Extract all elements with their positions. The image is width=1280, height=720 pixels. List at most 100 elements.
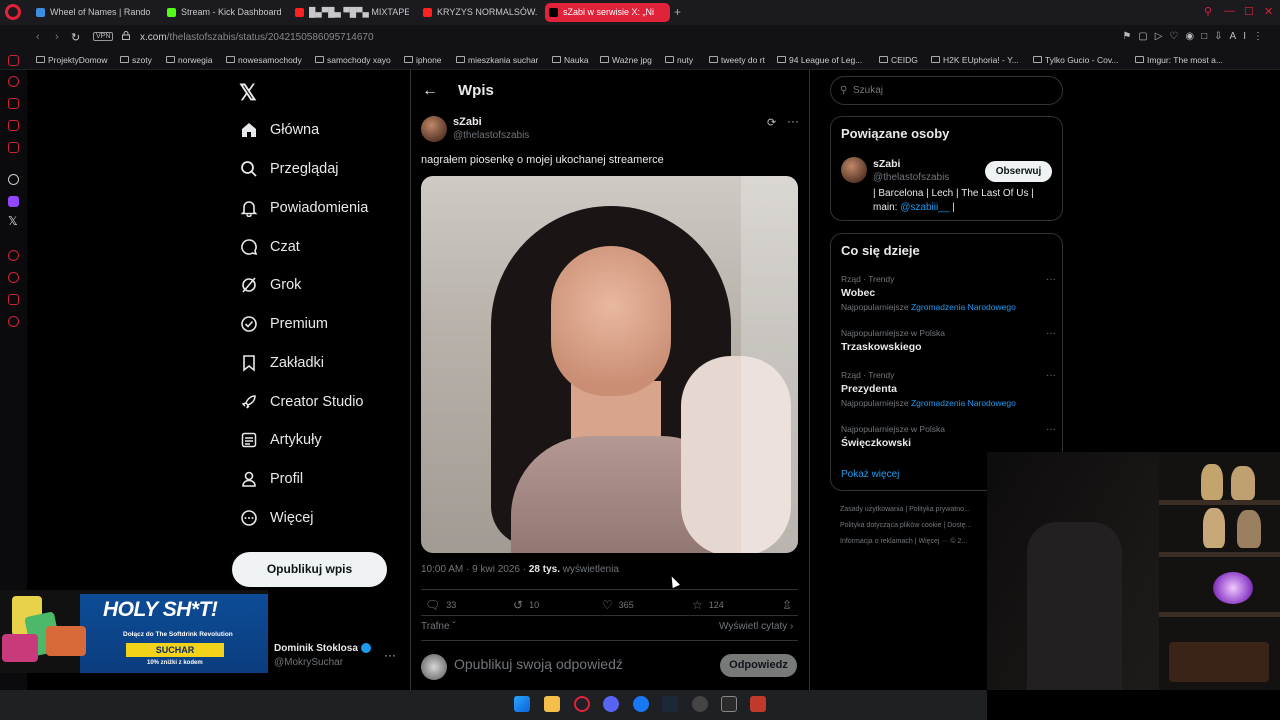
nav-home[interactable]: Główna xyxy=(240,115,319,145)
nav-premium[interactable]: Premium xyxy=(240,309,328,339)
minimize-icon[interactable]: — xyxy=(1224,5,1235,17)
history-icon[interactable] xyxy=(8,250,19,261)
author-avatar[interactable] xyxy=(421,116,447,142)
reply-input[interactable]: Opublikuj swoją odpowiedź xyxy=(454,656,623,672)
opera-logo-icon[interactable] xyxy=(5,4,21,20)
footer-links[interactable]: Polityka dotycząca plików cookie | Dostę… xyxy=(840,522,971,529)
tab-kick-dashboard[interactable]: Stream - Kick Dashboard xyxy=(163,3,281,22)
account-more-icon[interactable]: ··· xyxy=(384,648,396,662)
facebook-icon[interactable] xyxy=(633,696,649,712)
windows-start-icon[interactable] xyxy=(514,696,530,712)
extension-icons[interactable]: ⚑▢▷♡◉□⇩AI⋮ xyxy=(1122,31,1270,42)
trend-item[interactable]: Rząd · Trendy Prezydenta Najpopularniejs… xyxy=(841,370,1056,408)
obs-icon[interactable] xyxy=(692,696,708,712)
vpn-badge[interactable]: VPN xyxy=(93,32,114,41)
related-avatar[interactable] xyxy=(841,157,867,183)
trend-more-icon[interactable]: ··· xyxy=(1046,424,1056,435)
my-avatar[interactable] xyxy=(421,654,447,680)
nav-chat[interactable]: Czat xyxy=(240,232,300,262)
nav-more[interactable]: Więcej xyxy=(240,503,314,533)
bookmark-item[interactable]: iphone xyxy=(404,55,442,65)
back-arrow-icon[interactable]: ← xyxy=(422,82,438,100)
wallet-icon[interactable] xyxy=(8,55,19,66)
settings-icon[interactable] xyxy=(8,316,19,327)
x-logo-icon[interactable]: 𝕏 xyxy=(239,80,257,106)
nav-articles[interactable]: Artykuły xyxy=(240,425,322,455)
post-image[interactable] xyxy=(421,176,798,553)
tab-wheel-of-names[interactable]: Wheel of Names | Random xyxy=(32,3,150,22)
bookmark-item[interactable]: szoty xyxy=(120,55,152,65)
media-icon[interactable] xyxy=(8,142,19,153)
clock-icon[interactable] xyxy=(8,272,19,283)
nav-bookmarks[interactable]: Zakładki xyxy=(240,348,324,378)
opera-taskbar-icon[interactable] xyxy=(574,696,590,712)
trend-more-icon[interactable]: ··· xyxy=(1046,370,1056,381)
new-tab-icon[interactable]: + xyxy=(674,5,681,19)
tab-x-active[interactable]: sZabi w serwisie X: „Ni xyxy=(545,3,670,22)
bookmark-item[interactable]: samochody xayo xyxy=(315,55,391,65)
tab-youtube-kryzys[interactable]: KRYZYS NORMALSÓW. P... xyxy=(419,3,537,22)
show-more-link[interactable]: Pokaż więcej xyxy=(841,469,899,480)
nav-creator-studio[interactable]: Creator Studio xyxy=(240,387,364,417)
discord-icon[interactable] xyxy=(603,696,619,712)
bookmark-item[interactable]: H2K EUphoria! - Y... xyxy=(931,55,1019,65)
x-sidebar-icon[interactable]: 𝕏 xyxy=(8,214,18,228)
bookmark-item[interactable]: Imgur: The most a... xyxy=(1135,55,1223,65)
related-handle[interactable]: @thelastofszabis xyxy=(873,172,949,183)
aria-icon[interactable] xyxy=(8,76,19,87)
trend-more-icon[interactable]: ··· xyxy=(1046,274,1056,285)
shield-icon[interactable] xyxy=(750,696,766,712)
nav-notifications[interactable]: Powiadomienia xyxy=(240,193,368,223)
related-name[interactable]: sZabi xyxy=(873,158,900,170)
twitch-icon[interactable] xyxy=(8,196,19,207)
trend-item[interactable]: Najpopularniejsze w Polska Trzaskowskieg… xyxy=(841,328,1056,353)
messenger-icon[interactable] xyxy=(8,120,19,131)
search-tabs-icon[interactable]: ⚲ xyxy=(1204,5,1212,18)
view-quotes-link[interactable]: Wyświetl cytaty › xyxy=(719,621,793,632)
trend-item[interactable]: Rząd · Trendy Wobec Najpopularniejsze Zg… xyxy=(841,274,1056,312)
search-input[interactable]: ⚲ Szukaj xyxy=(830,76,1063,105)
close-icon[interactable]: ✕ xyxy=(1264,5,1273,18)
footer-links[interactable]: Zasady użytkowania | Polityka prywatno..… xyxy=(840,506,970,513)
chatgpt-icon[interactable] xyxy=(8,174,19,185)
bookmark-item[interactable]: CEIDG xyxy=(879,55,918,65)
reload-icon[interactable]: ↻ xyxy=(71,31,80,44)
bag-icon[interactable] xyxy=(8,98,19,109)
bookmark-item[interactable]: ProjektyDomow xyxy=(36,55,108,65)
back-icon[interactable]: ‹ xyxy=(36,31,40,43)
reply-action[interactable]: 🗨 33 xyxy=(425,598,456,612)
nav-explore[interactable]: Przeglądaj xyxy=(240,154,339,184)
author-handle[interactable]: @thelastofszabis xyxy=(453,130,529,141)
bookmark-item[interactable]: nowesamochody xyxy=(226,55,302,65)
nav-profile[interactable]: Profil xyxy=(240,464,303,494)
bookmark-item[interactable]: tweety do rt xyxy=(709,55,765,65)
author-name[interactable]: sZabi xyxy=(453,116,482,128)
trend-more-icon[interactable]: ··· xyxy=(1046,328,1056,339)
bookmark-item[interactable]: Nauka xyxy=(552,55,589,65)
share-action[interactable]: ⇫ xyxy=(782,598,798,612)
sort-dropdown[interactable]: Trafne ˇ xyxy=(421,621,456,632)
bookmark-item[interactable]: Ważne jpg xyxy=(600,55,652,65)
follow-button[interactable]: Obserwuj xyxy=(985,161,1052,182)
tab-youtube-mixtape[interactable]: █▄▀█▄ ▀█▀▄ MIXTAPE xyxy=(291,3,409,22)
file-explorer-icon[interactable] xyxy=(544,696,560,712)
maximize-icon[interactable]: ☐ xyxy=(1244,5,1254,18)
account-name[interactable]: Dominik Stoklosa xyxy=(274,643,371,654)
like-action[interactable]: ♡ 365 xyxy=(602,598,634,612)
post-button[interactable]: Opublikuj wpis xyxy=(232,552,387,587)
bookmark-item[interactable]: Tylko Gucio - Cov... xyxy=(1033,55,1119,65)
nav-grok[interactable]: Grok xyxy=(240,270,301,300)
bookmark-item[interactable]: norwegia xyxy=(166,55,213,65)
trend-item[interactable]: Najpopularniejsze w Polska Święczkowski … xyxy=(841,424,1056,449)
reply-button[interactable]: Odpowiedz xyxy=(720,654,797,677)
bookmark-item[interactable]: nuty xyxy=(665,55,693,65)
forward-icon[interactable]: › xyxy=(55,31,59,43)
footer-links[interactable]: Informacja o reklamach | Więcej ··· © 2.… xyxy=(840,538,967,545)
steam-icon[interactable] xyxy=(662,696,678,712)
repost-action[interactable]: ↺ 10 xyxy=(513,598,539,612)
more-options-icon[interactable]: ··· xyxy=(787,114,799,128)
flow-icon[interactable] xyxy=(8,294,19,305)
grok-explain-icon[interactable]: ⟳ xyxy=(767,116,776,129)
bookmark-item[interactable]: 94 League of Leg... xyxy=(777,55,862,65)
bookmark-item[interactable]: mieszkania suchar xyxy=(456,55,538,65)
